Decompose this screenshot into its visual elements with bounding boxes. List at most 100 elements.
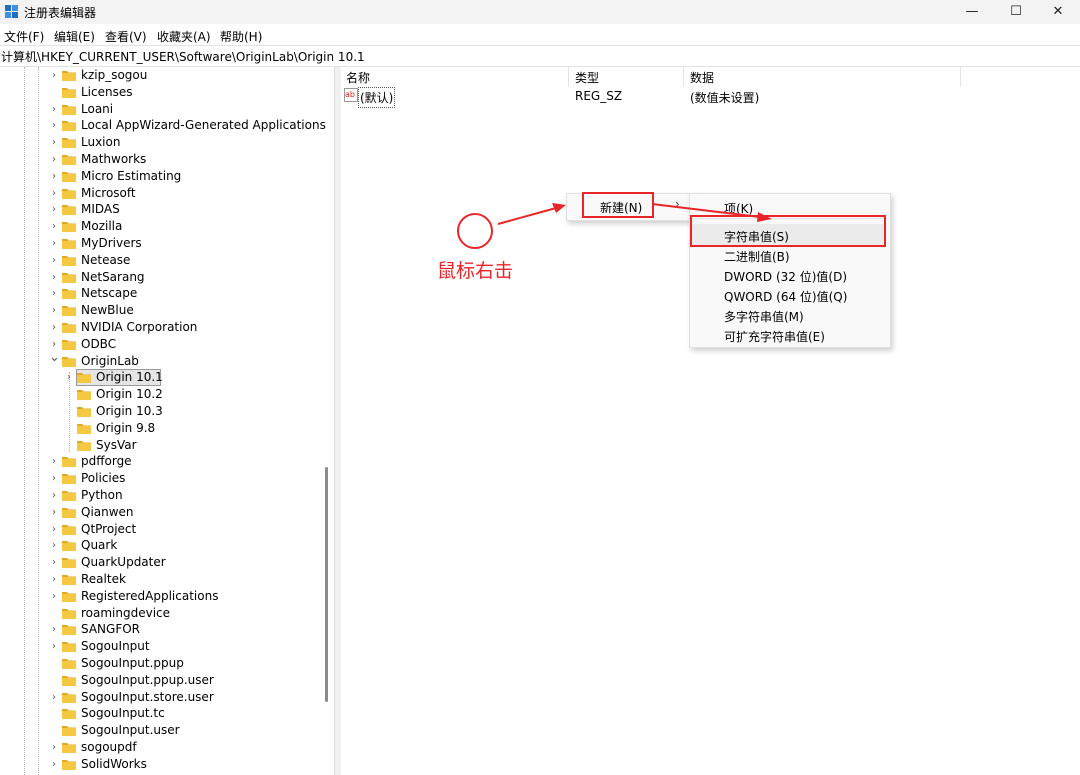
tree-item[interactable]: › SANGFOR — [0, 621, 318, 638]
tree-item[interactable]: ⌄ OriginLab — [0, 350, 318, 370]
tree-item[interactable]: › Policies — [0, 470, 318, 487]
tree-item[interactable]: › Loani — [0, 101, 318, 118]
chevron-right-icon[interactable]: › — [49, 185, 59, 202]
tree-item[interactable]: Licenses — [0, 84, 318, 101]
chevron-right-icon[interactable]: › — [49, 571, 59, 588]
column-header-type[interactable]: 类型 — [575, 69, 599, 86]
chevron-right-icon[interactable]: › — [49, 168, 59, 185]
chevron-right-icon[interactable]: › — [49, 218, 59, 235]
chevron-right-icon[interactable]: › — [49, 588, 59, 605]
tree-item[interactable]: › Netease — [0, 252, 318, 269]
tree-item[interactable]: › pdfforge — [0, 453, 318, 470]
chevron-right-icon[interactable]: › — [49, 756, 59, 773]
tree-item[interactable]: › Microsoft — [0, 185, 318, 202]
tree-item[interactable]: Origin 9.8 — [0, 420, 318, 437]
tree-item[interactable]: SysVar — [0, 437, 318, 454]
tree-item[interactable]: › MyDrivers — [0, 235, 318, 252]
menu-item-binary-value[interactable]: 二进制值(B) — [724, 248, 790, 265]
chevron-right-icon[interactable]: › — [49, 554, 59, 571]
tree-item[interactable]: › Mozilla — [0, 218, 318, 235]
column-header-data[interactable]: 数据 — [690, 69, 714, 86]
tree-item[interactable]: › Realtek — [0, 571, 318, 588]
chevron-right-icon[interactable]: › — [64, 369, 74, 386]
tree-item[interactable]: › Qianwen — [0, 504, 318, 521]
column-header-name[interactable]: 名称 — [346, 69, 370, 86]
tree-item[interactable]: › Origin 10.1 — [0, 369, 318, 387]
tree-item[interactable]: › MIDAS — [0, 201, 318, 218]
menu-item-expandable-string-value[interactable]: 可扩充字符串值(E) — [724, 328, 825, 345]
tree-item[interactable]: SogouInput.tc — [0, 705, 318, 722]
chevron-right-icon[interactable]: › — [49, 739, 59, 756]
tree-item-label: Micro Estimating — [81, 168, 182, 183]
menu-edit[interactable]: 编辑(E) — [54, 28, 95, 45]
tree-item[interactable]: SogouInput.ppup — [0, 655, 318, 672]
chevron-right-icon[interactable]: › — [49, 285, 59, 302]
chevron-right-icon[interactable]: › — [49, 453, 59, 470]
chevron-right-icon[interactable]: › — [49, 235, 59, 252]
chevron-right-icon[interactable]: › — [49, 319, 59, 336]
registry-tree-pane[interactable]: › kzip_sogou Licenses › Loani › Local AppWizar… — [0, 67, 334, 775]
menu-view[interactable]: 查看(V) — [105, 28, 147, 45]
chevron-right-icon[interactable]: › — [49, 67, 59, 84]
values-list-pane[interactable]: 名称 类型 数据 ab (默认) REG_SZ (数值未设置) — [341, 67, 1080, 775]
chevron-right-icon[interactable]: › — [49, 537, 59, 554]
chevron-right-icon[interactable]: › — [49, 621, 59, 638]
tree-item[interactable]: SogouInput.ppup.user — [0, 672, 318, 689]
tree-scrollbar-thumb[interactable] — [325, 467, 328, 702]
tree-item[interactable]: › QtProject — [0, 521, 318, 538]
menu-favorites[interactable]: 收藏夹(A) — [157, 28, 211, 45]
chevron-right-icon[interactable]: › — [49, 117, 59, 134]
chevron-down-icon[interactable]: ⌄ — [49, 349, 60, 366]
chevron-right-icon[interactable]: › — [49, 638, 59, 655]
menu-item-qword-value[interactable]: QWORD (64 位)值(Q) — [724, 288, 847, 305]
tree-item[interactable]: › QuarkUpdater — [0, 554, 318, 571]
minimize-button[interactable]: — — [950, 0, 994, 24]
tree-item[interactable]: SogouInput.user — [0, 722, 318, 739]
chevron-right-icon[interactable]: › — [49, 101, 59, 118]
menu-item-dword-value[interactable]: DWORD (32 位)值(D) — [724, 268, 847, 285]
tree-item[interactable]: › NewBlue — [0, 302, 318, 319]
column-separator[interactable] — [960, 67, 961, 87]
chevron-right-icon[interactable]: › — [49, 521, 59, 538]
tree-item[interactable]: › NetSarang — [0, 269, 318, 286]
chevron-right-icon[interactable]: › — [49, 504, 59, 521]
tree-item[interactable]: › Python — [0, 487, 318, 504]
chevron-right-icon[interactable]: › — [49, 302, 59, 319]
value-name-default[interactable]: (默认) — [358, 87, 396, 108]
tree-item[interactable]: › Local AppWizard-Generated Applications — [0, 117, 326, 134]
chevron-right-icon[interactable]: › — [49, 201, 59, 218]
tree-item[interactable]: › Luxion — [0, 134, 318, 151]
chevron-right-icon[interactable]: › — [49, 134, 59, 151]
tree-item[interactable]: › Netscape — [0, 285, 318, 302]
tree-item[interactable]: › sogoupdf — [0, 739, 318, 756]
chevron-right-icon[interactable]: › — [49, 252, 59, 269]
tree-item[interactable]: › SogouInput — [0, 638, 318, 655]
chevron-right-icon[interactable]: › — [49, 487, 59, 504]
tree-item[interactable]: › kzip_sogou — [0, 67, 318, 84]
chevron-right-icon[interactable]: › — [49, 151, 59, 168]
column-separator[interactable] — [568, 67, 569, 87]
tree-item[interactable]: › Micro Estimating — [0, 168, 318, 185]
address-path[interactable]: 计算机\HKEY_CURRENT_USER\Software\OriginLab… — [1, 48, 365, 65]
tree-item[interactable]: Origin 10.3 — [0, 403, 318, 420]
maximize-button[interactable]: ☐ — [994, 0, 1038, 24]
menu-item-multi-string-value[interactable]: 多字符串值(M) — [724, 308, 804, 325]
tree-item[interactable]: › Quark — [0, 537, 318, 554]
menu-file[interactable]: 文件(F) — [4, 28, 44, 45]
tree-item-label: kzip_sogou — [81, 68, 148, 82]
tree-item[interactable]: › ODBC — [0, 336, 318, 353]
chevron-right-icon[interactable]: › — [49, 269, 59, 286]
tree-item[interactable]: › SogouInput.store.user — [0, 689, 318, 706]
tree-item[interactable]: › Mathworks — [0, 151, 318, 168]
tree-item[interactable]: › SolidWorks — [0, 756, 318, 773]
tree-item[interactable]: roamingdevice — [0, 605, 318, 622]
tree-item[interactable]: › RegisteredApplications — [0, 588, 318, 605]
address-bar[interactable]: 计算机\HKEY_CURRENT_USER\Software\OriginLab… — [0, 45, 1080, 67]
tree-item[interactable]: Origin 10.2 — [0, 386, 318, 403]
menu-help[interactable]: 帮助(H) — [220, 28, 262, 45]
chevron-right-icon[interactable]: › — [49, 470, 59, 487]
close-button[interactable]: ✕ — [1036, 0, 1080, 24]
chevron-right-icon[interactable]: › — [49, 689, 59, 706]
tree-item[interactable]: › NVIDIA Corporation — [0, 319, 318, 336]
column-separator[interactable] — [683, 67, 684, 87]
